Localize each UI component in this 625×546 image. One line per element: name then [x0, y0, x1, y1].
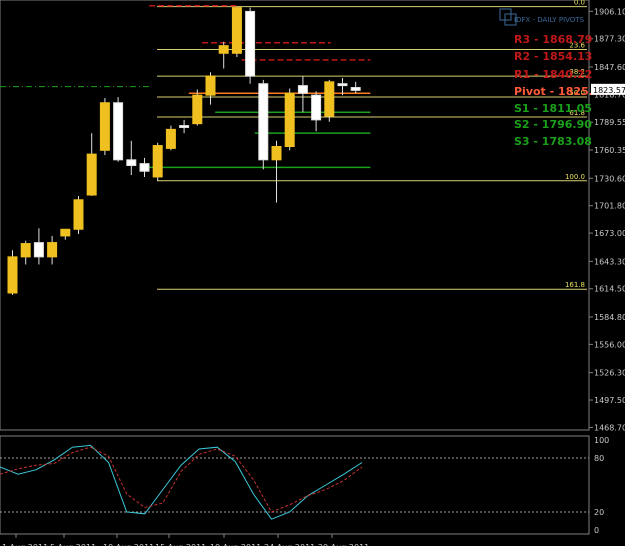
y-tick-label: 1556.00 — [594, 340, 625, 349]
candle-body — [20, 243, 31, 258]
price-chart: 1906.101877.301847.601818.701789.551760.… — [0, 0, 625, 546]
pivot-label: S3 - 1783.08 — [514, 135, 592, 148]
y-tick-label: 1847.60 — [594, 63, 625, 72]
candle-body — [218, 45, 229, 54]
candle-body — [245, 10, 256, 77]
candle-body — [192, 94, 203, 125]
main-panel-border — [0, 0, 590, 431]
candle-body — [126, 159, 137, 167]
oscillator-tick-label: 0 — [594, 526, 599, 535]
y-tick-label: 1468.70 — [594, 423, 625, 432]
candle-body — [337, 83, 348, 87]
candle-body — [284, 92, 295, 148]
candle-body — [205, 75, 216, 96]
candle-body — [73, 199, 84, 230]
current-price-label: 1823.57 — [593, 86, 625, 95]
candle-body — [113, 102, 124, 161]
pivot-label: R2 - 1854.13 — [514, 50, 592, 63]
candle-body — [297, 85, 308, 94]
candle-body — [231, 7, 242, 54]
candle-body — [33, 242, 44, 258]
oscillator-tick-label: 20 — [594, 508, 604, 517]
candle-body — [165, 128, 176, 149]
candle-body — [139, 163, 150, 172]
candle-body — [271, 146, 282, 161]
candle-body — [179, 125, 190, 128]
y-tick-label: 1730.60 — [594, 174, 625, 183]
y-tick-label: 1760.35 — [594, 146, 625, 155]
oscillator-tick-label: 100 — [594, 436, 609, 445]
candle-body — [47, 242, 58, 258]
candle-body — [152, 145, 163, 178]
candle-body — [60, 228, 71, 237]
y-tick-label: 1673.00 — [594, 229, 625, 238]
candle-body — [324, 81, 335, 117]
y-tick-label: 1614.50 — [594, 285, 625, 294]
pivot-label: S1 - 1811.05 — [514, 102, 592, 115]
candle-body — [350, 87, 361, 91]
y-tick-label: 1526.30 — [594, 369, 625, 378]
y-tick-label: 1701.80 — [594, 202, 625, 211]
y-tick-label: 1789.55 — [594, 118, 625, 127]
candle-body — [311, 94, 322, 121]
brand-label: IDFX - DAILY PIVOTS — [514, 16, 585, 24]
chart-window: 1906.10 1877.30 1847.60 1818.70 1789.55 1760.… — [0, 0, 625, 546]
oscillator-panel-border — [0, 435, 590, 535]
y-tick-label: 1643.30 — [594, 257, 625, 266]
candle-body — [99, 102, 110, 151]
fibonacci-level-label: 100.0 — [565, 173, 585, 181]
y-tick-label: 1584.80 — [594, 313, 625, 322]
oscillator-tick-label: 80 — [594, 454, 604, 463]
fibonacci-level-label: 161.8 — [565, 281, 585, 289]
pivot-label: R1 - 1840.22 — [514, 68, 592, 81]
oscillator-series-line — [0, 446, 363, 513]
candle-body — [86, 153, 97, 196]
oscillator-series-line — [0, 444, 363, 520]
y-tick-label: 1497.50 — [594, 396, 625, 405]
y-tick-label: 1877.30 — [594, 35, 625, 44]
y-tick-label: 1906.10 — [594, 7, 625, 16]
fibonacci-level-label: 0.0 — [574, 0, 585, 7]
pivot-label: S2 - 1796.90 — [514, 118, 592, 131]
pivot-label: R3 - 1868.79 — [514, 33, 592, 46]
candle-body — [258, 83, 269, 161]
candle-body — [7, 256, 18, 294]
